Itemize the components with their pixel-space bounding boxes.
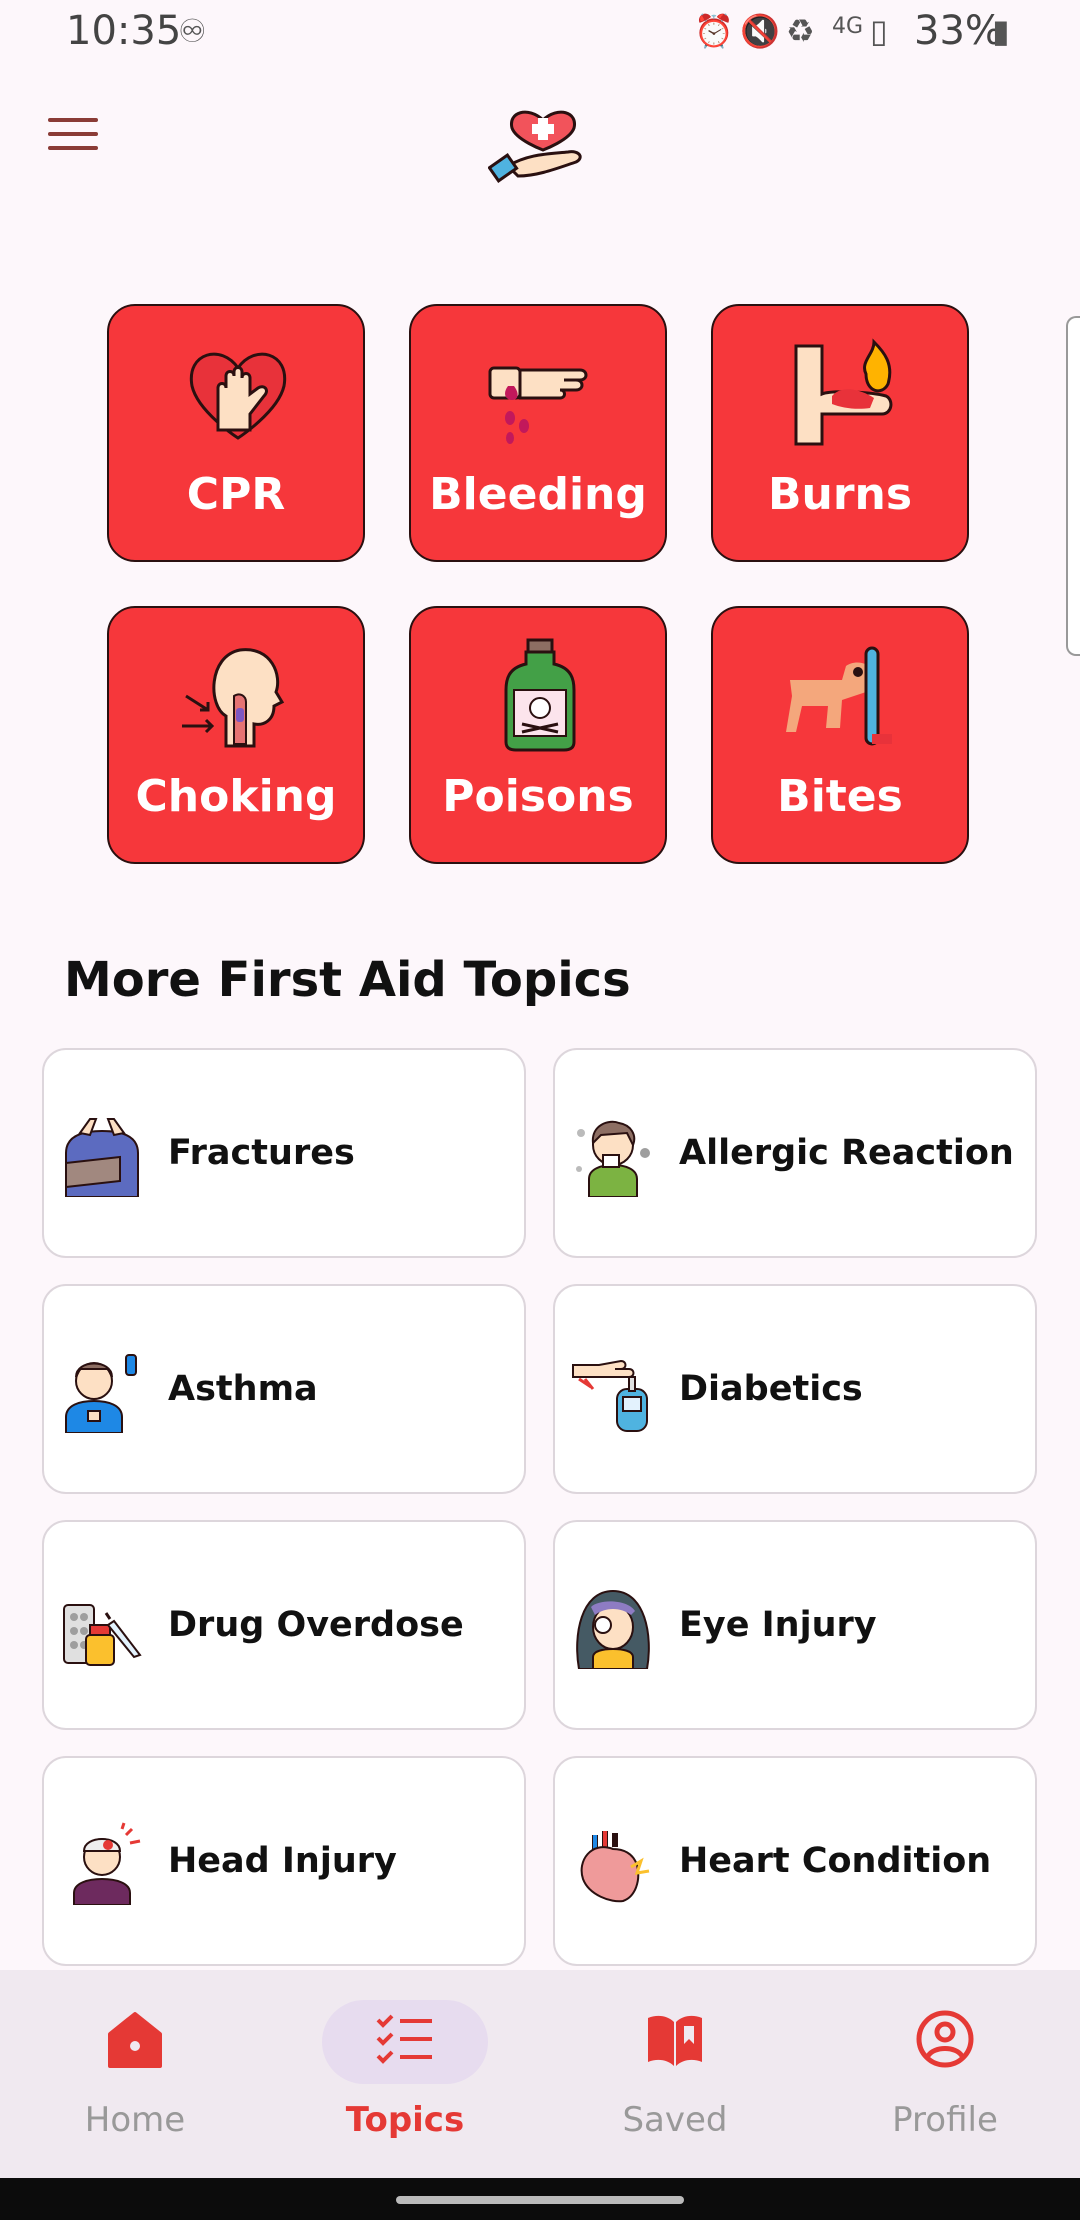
profile-icon — [916, 2010, 974, 2068]
tile-bleeding[interactable]: Bleeding — [409, 304, 667, 562]
nav-saved[interactable]: Saved — [540, 1970, 810, 2178]
scroll-indicator[interactable] — [1066, 316, 1080, 656]
topic-card-head-injury[interactable]: Head Injury — [42, 1756, 526, 1966]
heart-hand-logo — [488, 110, 582, 183]
tile-label: Choking — [135, 771, 337, 822]
battery-saver-icon: ♻ — [786, 12, 815, 50]
topic-label: Allergic Reaction — [679, 1133, 1014, 1173]
topic-label: Fractures — [168, 1133, 355, 1173]
tile-label: CPR — [186, 469, 286, 520]
arm-sling-icon — [65, 1118, 139, 1197]
mute-icon: 🔇 — [740, 12, 780, 50]
glucose-meter-icon — [572, 1359, 648, 1432]
nav-profile[interactable]: Profile — [810, 1970, 1080, 2178]
home-gesture-handle[interactable] — [396, 2196, 684, 2204]
section-title: More First Aid Topics — [64, 952, 631, 1008]
nav-label: Home — [84, 2100, 186, 2140]
hamburger-menu-icon — [48, 118, 98, 122]
topic-card-drug-overdose[interactable]: Drug Overdose — [42, 1520, 526, 1730]
status-time: 10:35 — [66, 8, 182, 54]
tile-label: Poisons — [442, 771, 634, 822]
tile-poisons[interactable]: Poisons — [409, 606, 667, 864]
signal-icon: ▯ — [870, 12, 888, 50]
tile-label: Bleeding — [429, 469, 647, 520]
tile-label: Burns — [767, 469, 913, 520]
topic-label: Heart Condition — [679, 1841, 992, 1881]
nav-label: Profile — [892, 2100, 998, 2140]
topic-label: Asthma — [168, 1369, 318, 1409]
accessibility-icon: ♾ — [178, 12, 207, 50]
topic-card-diabetics[interactable]: Diabetics — [553, 1284, 1037, 1494]
status-bar: 10:35 ♾ ⏰ 🔇 ♻ 4G ▯ 33% ▮ — [0, 0, 1080, 64]
network-type: 4G — [832, 14, 864, 39]
topic-label: Head Injury — [168, 1841, 397, 1881]
bleeding-hand-icon — [488, 366, 588, 444]
heart-organ-icon — [580, 1831, 650, 1903]
dog-bite-icon — [786, 646, 892, 746]
asthma-inhaler-icon — [65, 1354, 137, 1433]
eye-patch-icon — [576, 1589, 650, 1669]
checklist-icon — [376, 2014, 432, 2064]
poison-bottle-icon — [504, 638, 576, 752]
topic-card-heart-condition[interactable]: Heart Condition — [553, 1756, 1037, 1966]
tile-cpr[interactable]: CPR — [107, 304, 365, 562]
nav-label: Saved — [622, 2100, 728, 2140]
home-icon — [108, 2012, 162, 2068]
allergy-sneeze-icon — [576, 1120, 650, 1197]
burns-arm-icon — [794, 338, 893, 446]
menu-button[interactable] — [48, 118, 98, 154]
topic-card-fractures[interactable]: Fractures — [42, 1048, 526, 1258]
tile-label: Bites — [777, 771, 903, 822]
bookmark-book-icon — [648, 2015, 702, 2066]
topic-label: Drug Overdose — [168, 1605, 464, 1645]
choking-throat-icon — [182, 648, 285, 748]
alarm-icon: ⏰ — [694, 12, 734, 50]
head-bandage-icon — [73, 1822, 141, 1905]
tile-bites[interactable]: Bites — [711, 606, 969, 864]
tile-choking[interactable]: Choking — [107, 606, 365, 864]
topic-card-asthma[interactable]: Asthma — [42, 1284, 526, 1494]
battery-percent: 33% — [914, 8, 1003, 54]
nav-topics[interactable]: Topics — [270, 1970, 540, 2178]
pills-syringe-icon — [63, 1604, 142, 1666]
topic-label: Eye Injury — [679, 1605, 877, 1645]
gesture-bar — [0, 2178, 1080, 2220]
topic-card-eye-injury[interactable]: Eye Injury — [553, 1520, 1037, 1730]
tile-burns[interactable]: Burns — [711, 304, 969, 562]
nav-home[interactable]: Home — [0, 1970, 270, 2178]
battery-icon: ▮ — [992, 12, 1010, 50]
cpr-heart-hands-icon — [189, 352, 287, 440]
topic-card-allergic-reaction[interactable]: Allergic Reaction — [553, 1048, 1037, 1258]
topic-label: Diabetics — [679, 1369, 863, 1409]
bottom-navigation: Home Topics Saved Profile — [0, 1970, 1080, 2178]
nav-label: Topics — [345, 2100, 465, 2140]
